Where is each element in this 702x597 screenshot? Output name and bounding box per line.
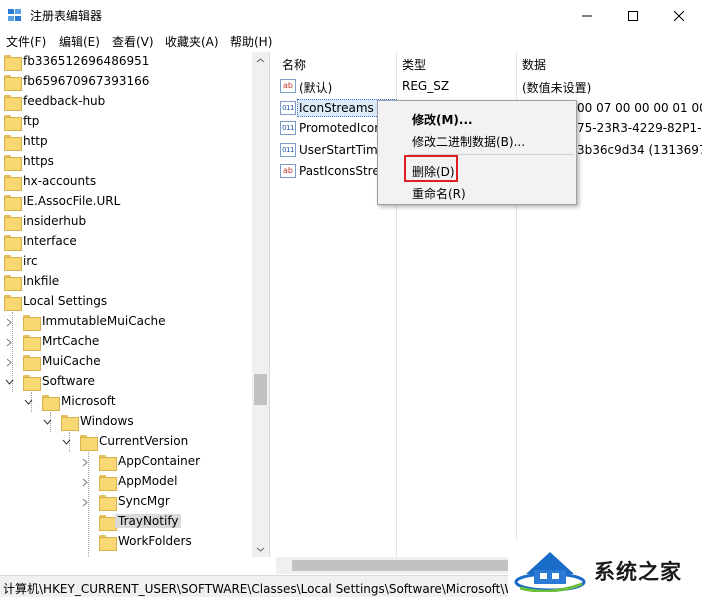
close-button[interactable] [656,0,702,31]
folder-icon [4,235,22,251]
string-value-icon: ab [280,79,296,93]
folder-icon [99,475,117,491]
tree-item[interactable]: lnkfile [0,272,252,292]
menu-help[interactable]: 帮助(H) [230,33,272,50]
folder-icon [4,255,22,271]
string-value-icon: ab [280,164,296,178]
window-title: 注册表编辑器 [30,9,103,23]
menu-view[interactable]: 查看(V) [112,33,154,50]
menu-file[interactable]: 文件(F) [6,33,46,50]
tree-item[interactable]: AppModel [0,472,252,492]
context-menu-modify-binary[interactable]: 修改二进制数据(B)... [379,129,576,151]
minimize-icon [582,15,592,16]
tree-item[interactable]: hx-accounts [0,172,252,192]
chevron-right-icon[interactable] [4,356,14,368]
registry-key-tree[interactable]: fb336512696486951 fb659670967393166 feed… [0,52,270,557]
folder-icon [23,375,41,391]
tree-item[interactable]: fb659670967393166 [0,72,252,92]
folder-icon [99,495,117,511]
tree-item[interactable]: CurrentVersion [0,432,252,452]
folder-icon [23,355,41,371]
chevron-down-icon[interactable] [42,416,52,428]
folder-icon [80,435,98,451]
chevron-right-icon[interactable] [4,316,14,328]
tree-item[interactable]: AppContainer [0,452,252,472]
menu-edit[interactable]: 编辑(E) [59,33,100,50]
folder-icon [4,135,22,151]
tree-item[interactable]: ftp [0,112,252,132]
tree-item-selected[interactable]: TrayNotify [0,512,252,532]
chevron-down-icon[interactable] [4,376,14,388]
delete-highlight-box [404,155,458,182]
folder-icon [23,335,41,351]
folder-icon [4,275,22,291]
close-icon [674,10,684,21]
tree-item[interactable]: https [0,152,252,172]
tree-item[interactable]: Local Settings [0,292,252,312]
context-menu-modify[interactable]: 修改(M)... [379,107,576,129]
registry-editor-app-icon [8,9,22,22]
folder-icon [4,215,22,231]
minimize-button[interactable] [564,0,610,31]
folder-icon [4,95,22,111]
tree-item[interactable]: Interface [0,232,252,252]
tree-item[interactable]: fb336512696486951 [0,52,252,72]
folder-icon [4,155,22,171]
chevron-right-icon[interactable] [4,336,14,348]
binary-value-icon: 011 [280,143,296,157]
scroll-up-icon[interactable] [252,52,269,68]
folder-icon [23,315,41,331]
binary-value-icon: 011 [280,121,296,135]
scroll-down-icon[interactable] [252,541,269,557]
folder-icon [4,195,22,211]
tree-item[interactable]: irc [0,252,252,272]
tree-item[interactable]: Microsoft [0,392,252,412]
menu-favorites[interactable]: 收藏夹(A) [165,33,219,50]
scrollbar-thumb[interactable] [292,560,512,571]
chevron-right-icon[interactable] [80,476,90,488]
tree-item[interactable]: Windows [0,412,252,432]
watermark-text: 系统之家 [594,560,682,584]
column-header-data[interactable]: 数据 [516,52,702,74]
folder-icon [4,175,22,191]
tree-item[interactable]: MuiCache [0,352,252,372]
chevron-right-icon[interactable] [80,456,90,468]
tree-item[interactable]: IE.AssocFile.URL [0,192,252,212]
context-menu-rename[interactable]: 重命名(R) [379,181,576,203]
key-path: 计算机\HKEY_CURRENT_USER\SOFTWARE\Classes\L… [3,582,517,596]
folder-icon [61,415,79,431]
folder-icon [4,115,22,131]
folder-icon [4,55,22,71]
chevron-down-icon[interactable] [61,436,71,448]
tree-item[interactable]: SyncMgr [0,492,252,512]
tree-item[interactable]: feedback-hub [0,92,252,112]
scrollbar-thumb[interactable] [254,374,267,405]
chevron-down-icon[interactable] [23,396,33,408]
context-menu: 修改(M)... 修改二进制数据(B)... 删除(D) 重命名(R) [377,100,577,205]
folder-icon [4,295,22,311]
maximize-button[interactable] [610,0,656,31]
folder-icon [99,455,117,471]
tree-item[interactable]: ImmutableMuiCache [0,312,252,332]
house-logo-icon [514,552,586,592]
folder-icon [99,515,117,531]
tree-item[interactable]: http [0,132,252,152]
folder-icon [4,75,22,91]
chevron-right-icon[interactable] [80,496,90,508]
tree-item[interactable]: MrtCache [0,332,252,352]
value-row[interactable]: ab (默认) REG_SZ (数值未设置) [276,76,702,96]
menu-bar: 文件(F) 编辑(E) 查看(V) 收藏夹(A) 帮助(H) [0,31,702,51]
site-watermark: 系统之家 [508,540,702,597]
tree-vertical-scrollbar[interactable] [252,52,269,557]
title-bar: 注册表编辑器 [0,0,702,31]
column-header-type[interactable]: 类型 [396,52,516,74]
tree-item[interactable]: insiderhub [0,212,252,232]
maximize-icon [628,10,638,21]
tree-item[interactable]: WorkFolders [0,532,252,552]
column-header-name[interactable]: 名称 [276,52,396,74]
folder-icon [99,535,117,551]
binary-value-icon: 011 [280,101,296,115]
tree-item[interactable]: Software [0,372,252,392]
folder-icon [42,395,60,411]
